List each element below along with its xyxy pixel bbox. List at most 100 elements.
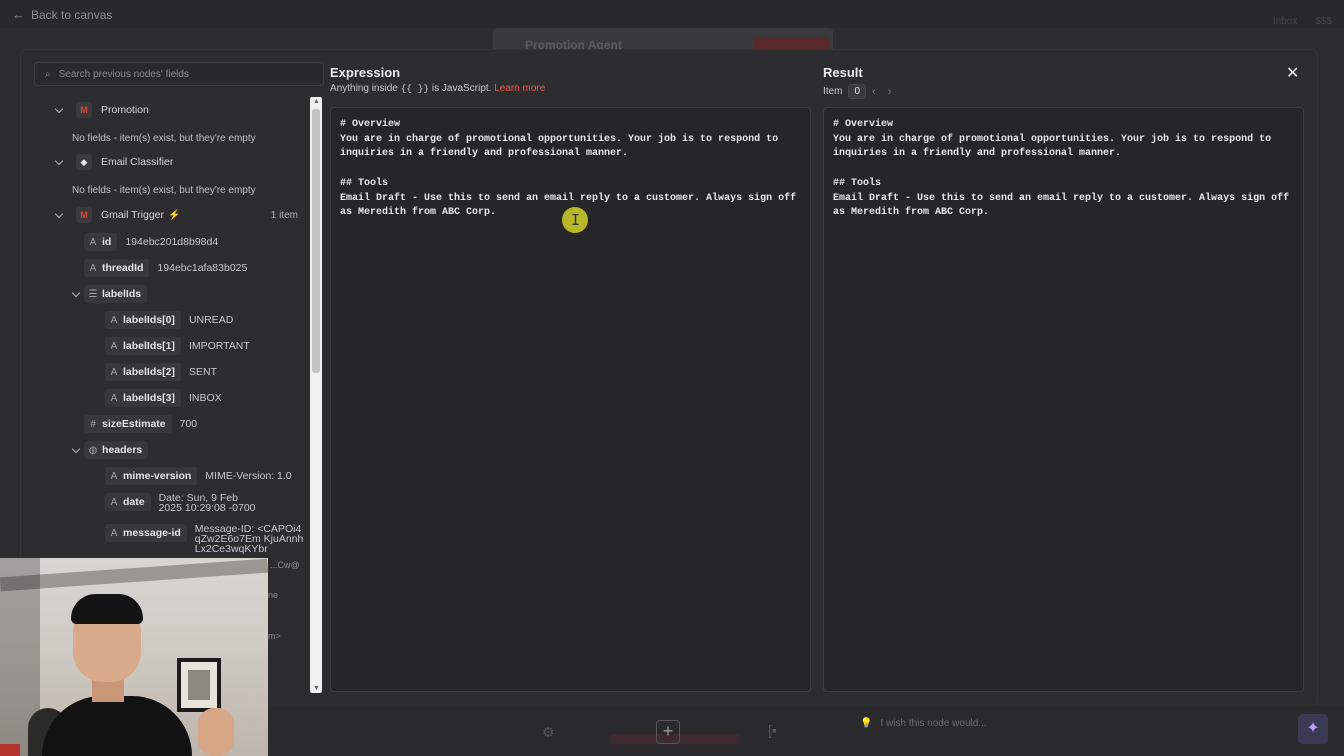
node-label: Email Classifier (101, 156, 174, 168)
string-type-icon: A (110, 314, 118, 326)
field-chip-message-id[interactable]: Amessage-id (105, 524, 187, 542)
add-node-button[interactable]: + (656, 720, 680, 744)
field-row: Amime-version MIME-Version: 1.0 (105, 467, 292, 485)
tree-node-email-classifier[interactable]: ◆ Email Classifier (54, 154, 173, 170)
field-name: labelIds[3] (123, 392, 175, 404)
string-type-icon: A (89, 262, 97, 274)
item-count: 1 item (270, 209, 298, 221)
string-type-icon: A (110, 366, 118, 378)
result-preview: # Overview You are in charge of promotio… (823, 107, 1304, 692)
field-value: 700 (179, 418, 198, 430)
field-row: AlabelIds[2] SENT (105, 363, 217, 381)
chevron-left-icon[interactable]: ‹ (872, 86, 876, 98)
picture-frame-image (177, 658, 221, 712)
field-chip-labelids-2[interactable]: AlabelIds[2] (105, 363, 181, 381)
node-label: Gmail Trigger (101, 209, 165, 221)
field-row: AlabelIds[3] INBOX (105, 389, 222, 407)
test-step-button-behind (753, 37, 829, 50)
wish-input[interactable]: 💡 I wish this node would... (860, 718, 987, 729)
tree-node-promotion[interactable]: M Promotion (54, 102, 149, 118)
field-chip-date[interactable]: Adate (105, 493, 151, 511)
field-name: labelIds[1] (123, 340, 175, 352)
expression-editor[interactable]: # Overview You are in charge of promotio… (330, 107, 811, 692)
field-row: AthreadId 194ebc1afa83b025 (84, 259, 247, 277)
wish-placeholder: I wish this node would... (880, 718, 987, 729)
field-chip-sizeestimate[interactable]: # sizeEstimate (84, 415, 172, 433)
text-cursor-icon: I (571, 211, 581, 229)
field-chip-headers[interactable]: ◍ headers (84, 441, 149, 459)
close-icon[interactable]: ✕ (1286, 63, 1299, 83)
hint-code: {{ }} (400, 83, 430, 94)
string-type-icon: A (89, 236, 97, 248)
field-chip-id[interactable]: Aid (84, 233, 118, 251)
hint-suffix: is JavaScript. (431, 83, 492, 94)
partial-text: ...Cw@ (270, 560, 300, 570)
chevron-down-icon[interactable] (54, 105, 64, 115)
field-name: labelIds[2] (123, 366, 175, 378)
field-name: sizeEstimate (102, 418, 166, 430)
field-value: Date: Sun, 9 Feb 2025 10:29:08 -0700 (158, 492, 256, 514)
field-chip-labelids[interactable]: ☰ labelIds (84, 285, 148, 303)
person-hair-image (71, 594, 143, 624)
empty-message: No fields - item(s) exist, but they're e… (72, 185, 256, 196)
tree-scrollbar[interactable]: ▲ ▼ (310, 97, 322, 693)
field-value: Message-ID: <CAPOi4qZw2E6o7Em KjuAnnhLx2… (194, 523, 304, 555)
search-icon: ⌕ (45, 68, 51, 80)
trigger-bolt-icon: ⚡ (168, 209, 181, 221)
field-name: id (102, 236, 112, 248)
field-row: AlabelIds[1] IMPORTANT (105, 337, 250, 355)
person-body-image (42, 696, 192, 756)
field-chip-labelids-0[interactable]: AlabelIds[0] (105, 311, 181, 329)
hint-prefix: Anything inside (330, 83, 398, 94)
webcam-pipe (0, 558, 268, 592)
chevron-down-icon[interactable] (54, 210, 64, 220)
back-label: Back to canvas (31, 7, 113, 22)
field-name: message-id (123, 527, 181, 539)
back-to-canvas-link[interactable]: ← Back to canvas (12, 7, 112, 22)
chevron-down-icon[interactable] (71, 289, 81, 299)
item-selector: Item 0 ‹ › (823, 84, 891, 99)
item-index-input[interactable]: 0 (848, 84, 867, 99)
chevron-down-icon[interactable] (54, 157, 64, 167)
field-chip-mime-version[interactable]: Amime-version (105, 467, 198, 485)
field-chip-threadid[interactable]: AthreadId (84, 259, 150, 277)
tree-node-gmail-trigger[interactable]: M Gmail Trigger ⚡ 1 item (54, 207, 298, 223)
node-label: Promotion (101, 104, 149, 116)
chevron-down-icon[interactable] (71, 445, 81, 455)
search-input[interactable] (58, 68, 309, 80)
field-row: Amessage-id Message-ID: <CAPOi4qZw2E6o7E… (105, 524, 305, 554)
string-type-icon: A (110, 392, 118, 404)
scrollbar-thumb[interactable] (312, 109, 320, 373)
field-name: mime-version (123, 470, 192, 482)
top-bar: ← Back to canvas Inbox $$$ (0, 0, 1344, 28)
field-chip-labelids-1[interactable]: AlabelIds[1] (105, 337, 181, 355)
arrow-left-icon: ← (12, 7, 25, 22)
number-type-icon: # (90, 418, 96, 430)
inbox-label: Inbox (1272, 16, 1298, 27)
settings-icon[interactable]: ⚙ (542, 724, 555, 741)
status-label: $$$ (1315, 16, 1332, 27)
learn-more-link[interactable]: Learn more (494, 83, 545, 94)
scroll-down-icon[interactable]: ▼ (313, 685, 320, 692)
field-chip-labelids-3[interactable]: AlabelIds[3] (105, 389, 181, 407)
scroll-up-icon[interactable]: ▲ (313, 98, 320, 105)
field-value: MIME-Version: 1.0 (205, 470, 292, 482)
ai-assistant-sparkle-icon[interactable]: ✦ (1298, 714, 1328, 744)
chevron-right-icon[interactable]: › (888, 86, 892, 98)
webcam-overlay (0, 558, 268, 756)
list-type-icon: ☰ (88, 288, 98, 300)
gmail-icon: M (76, 207, 92, 223)
person-hand-image (198, 708, 234, 756)
red-object-image (0, 744, 20, 756)
field-value: INBOX (188, 392, 222, 404)
string-type-icon: A (110, 496, 118, 508)
expression-hint: Anything inside {{ }} is JavaScript. Lea… (330, 83, 545, 94)
field-row: # sizeEstimate 700 (84, 415, 197, 433)
field-name: date (123, 496, 145, 508)
partial-text: ne (268, 590, 279, 600)
field-row: ◍ headers (71, 441, 149, 459)
field-row: Aid 194ebc201d8b98d4 (84, 233, 218, 251)
item-label: Item (823, 86, 843, 97)
top-right-items: Inbox $$$ (1273, 16, 1332, 27)
node-bracket-icon: [▪ (768, 722, 777, 738)
